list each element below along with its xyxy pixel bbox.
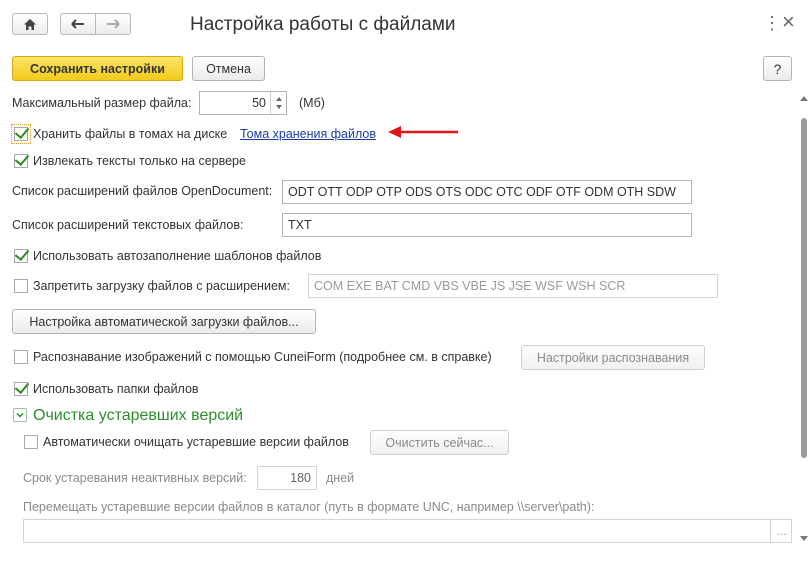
forbid-ext-field[interactable]: COM EXE BAT CMD VBS VBE JS JSE WSF WSH S…	[308, 274, 718, 298]
store-volumes-label: Хранить файлы в томах на диске	[33, 127, 228, 141]
save-settings-button[interactable]: Сохранить настройки	[12, 56, 183, 81]
forbid-ext-checkbox[interactable]	[14, 279, 28, 293]
max-size-value: 50	[252, 96, 266, 110]
scrollbar-thumb[interactable]	[801, 118, 807, 458]
recognition-label: Распознавание изображений с помощью Cune…	[33, 350, 492, 364]
browse-button[interactable]: ...	[770, 520, 792, 542]
window-title: Настройка работы с файлами	[190, 14, 456, 35]
scroll-down-icon[interactable]	[800, 536, 808, 541]
volumes-link[interactable]: Тома хранения файлов	[240, 127, 376, 141]
folders-label: Использовать папки файлов	[33, 382, 199, 396]
back-button[interactable]	[60, 13, 96, 35]
inactive-period-value: 180	[290, 471, 311, 485]
auto-cleanup-checkbox[interactable]	[24, 435, 38, 449]
recognition-checkbox[interactable]	[14, 350, 28, 364]
autoload-settings-button[interactable]: Настройка автоматической загрузки файлов…	[12, 309, 316, 334]
extract-text-label: Извлекать тексты только на сервере	[33, 154, 246, 168]
inactive-period-unit: дней	[326, 471, 355, 485]
forbid-ext-label: Запретить загрузку файлов с расширением:	[33, 279, 290, 293]
section-collapse-toggle[interactable]	[13, 408, 27, 422]
arrow-right-icon	[107, 19, 120, 29]
text-ext-label: Список расширений текстовых файлов:	[12, 218, 244, 232]
text-ext-field[interactable]: TXT	[282, 213, 692, 237]
folders-checkbox[interactable]	[14, 382, 28, 396]
opendoc-ext-value: ODT OTT ODP OTP ODS OTS ODC OTC ODF OTF …	[288, 185, 676, 199]
more-icon[interactable]: ⋮	[763, 13, 781, 34]
home-icon	[24, 18, 36, 30]
inactive-period-field[interactable]: 180	[257, 466, 317, 490]
recognition-settings-button[interactable]: Настройки распознавания	[521, 345, 705, 370]
close-icon[interactable]: ×	[782, 9, 795, 35]
opendoc-ext-label: Список расширений файлов OpenDocument:	[12, 184, 273, 198]
cancel-button[interactable]: Отмена	[192, 56, 265, 81]
store-volumes-checkbox[interactable]	[11, 124, 31, 144]
max-size-label: Максимальный размер файла:	[12, 96, 192, 110]
max-size-unit: (Мб)	[299, 96, 325, 110]
cleanup-section-title[interactable]: Очистка устаревших версий	[33, 407, 243, 425]
move-path-field[interactable]	[23, 519, 792, 543]
max-size-stepper[interactable]	[270, 92, 287, 114]
stepper-down-icon[interactable]	[276, 105, 282, 109]
clean-now-button[interactable]: Очистить сейчас...	[370, 430, 509, 455]
chevron-down-icon	[16, 412, 24, 418]
forbid-ext-value: COM EXE BAT CMD VBS VBE JS JSE WSF WSH S…	[314, 279, 626, 293]
scroll-up-icon[interactable]	[800, 96, 808, 101]
arrow-left-icon	[71, 19, 84, 29]
text-ext-value: TXT	[288, 218, 312, 232]
forward-button[interactable]	[95, 13, 131, 35]
help-button[interactable]: ?	[763, 56, 792, 81]
stepper-up-icon[interactable]	[276, 97, 282, 101]
move-path-label: Перемещать устаревшие версии файлов в ка…	[23, 500, 595, 514]
auto-cleanup-label: Автоматически очищать устаревшие версии …	[43, 435, 349, 449]
extract-text-checkbox[interactable]	[14, 154, 28, 168]
home-button[interactable]	[12, 13, 48, 35]
red-arrow-annotation	[388, 126, 458, 138]
opendoc-ext-field[interactable]: ODT OTT ODP OTP ODS OTS ODC OTC ODF OTF …	[282, 180, 692, 204]
autofill-label: Использовать автозаполнение шаблонов фай…	[33, 249, 322, 263]
autofill-checkbox[interactable]	[14, 249, 28, 263]
inactive-period-label: Срок устаревания неактивных версий:	[23, 471, 247, 485]
